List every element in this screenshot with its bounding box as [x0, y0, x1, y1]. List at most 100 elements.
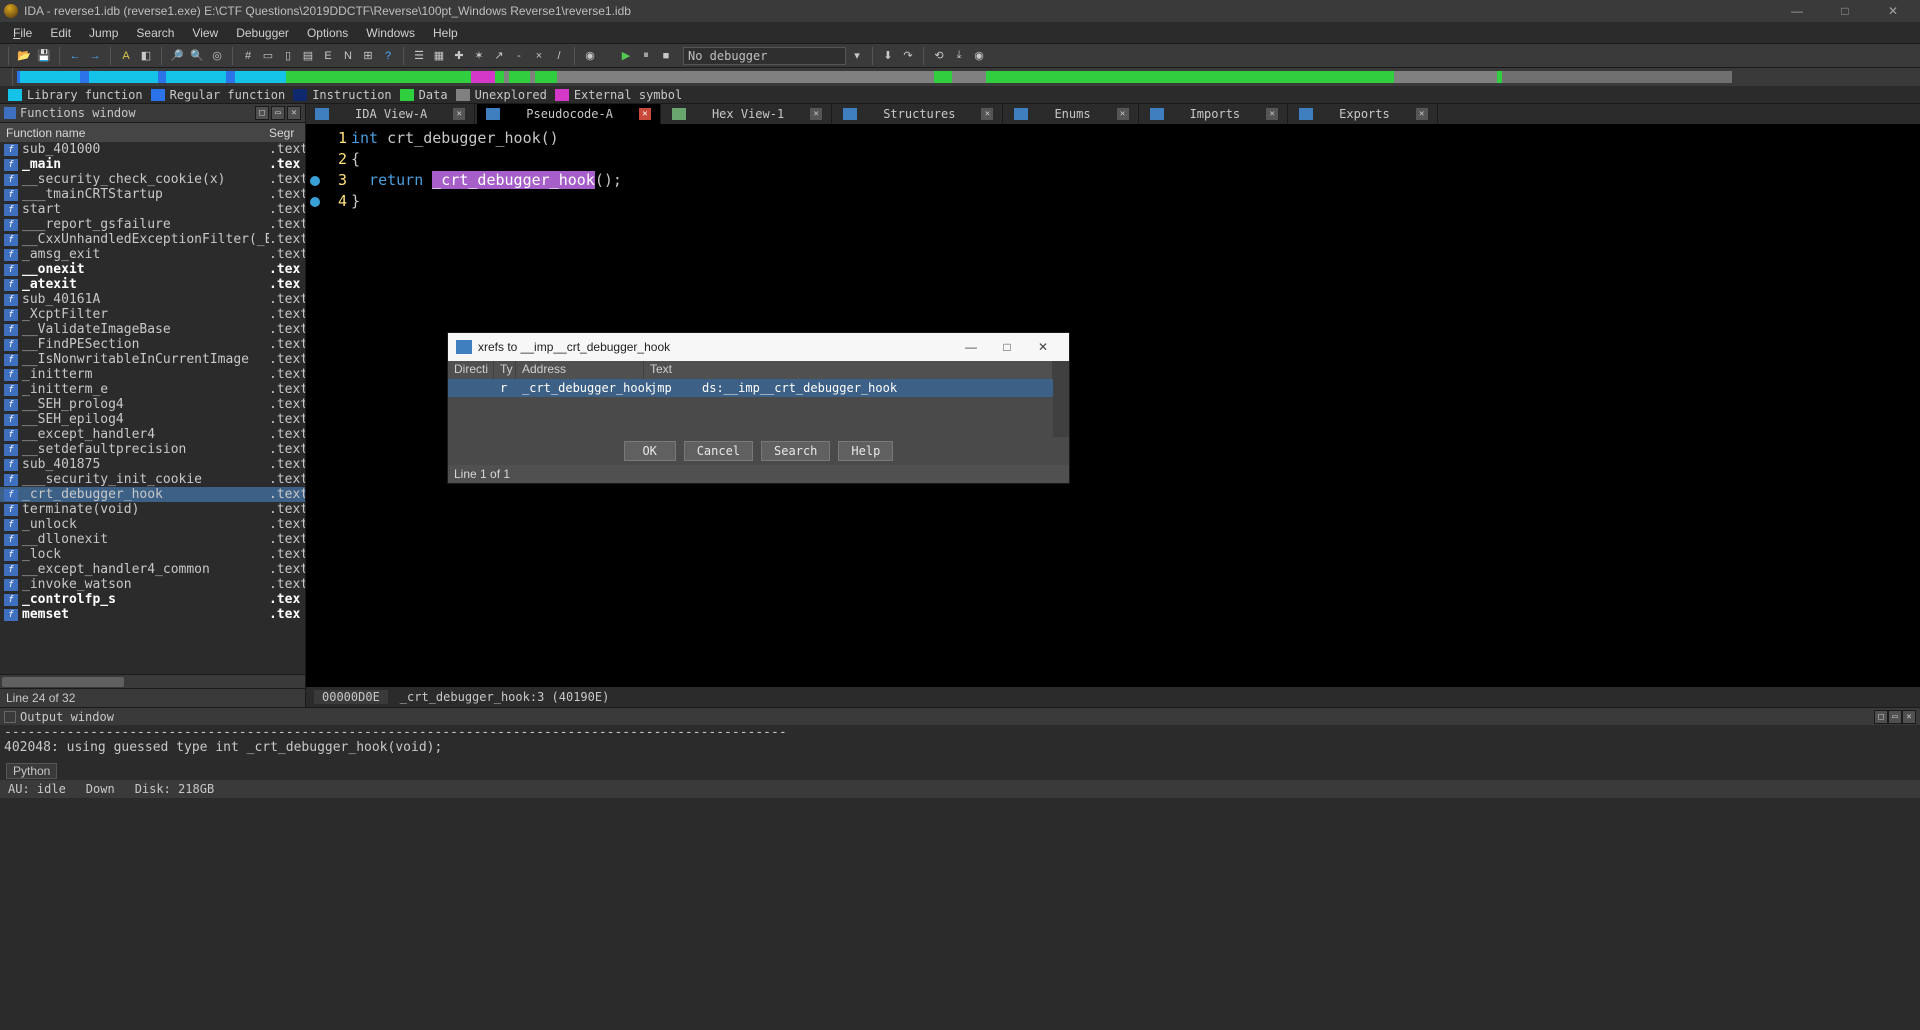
arrow-icon[interactable]: ↗	[490, 47, 508, 65]
function-row[interactable]: f_main.tex	[0, 157, 305, 172]
panel-min-icon[interactable]: ▭	[271, 106, 285, 120]
overview-bar[interactable]	[17, 71, 1732, 83]
function-row[interactable]: f___report_gsfailure.text	[0, 217, 305, 232]
dialog-search-button[interactable]: Search	[761, 441, 830, 461]
bookmark-icon[interactable]: ☰	[410, 47, 428, 65]
function-row[interactable]: f__FindPESection.text	[0, 337, 305, 352]
menu-options[interactable]: Options	[298, 24, 357, 42]
close-button[interactable]: ✕	[1878, 4, 1908, 18]
binoculars-icon[interactable]: 🔍	[188, 47, 206, 65]
panel-popout-icon[interactable]: □	[255, 106, 269, 120]
function-row[interactable]: f_initterm_e.text	[0, 382, 305, 397]
function-row[interactable]: f__except_handler4.text	[0, 427, 305, 442]
functions-scrollbar-horizontal[interactable]	[0, 674, 305, 688]
function-row[interactable]: f__CxxUnhandledExceptionFilter(_EXCE….te…	[0, 232, 305, 247]
tool-n-icon[interactable]: N	[339, 47, 357, 65]
step-into-icon[interactable]: ⬇	[879, 47, 897, 65]
tab-close-icon[interactable]: ✕	[639, 108, 651, 120]
function-row[interactable]: f_unlock.text	[0, 517, 305, 532]
x-icon[interactable]: ✶	[470, 47, 488, 65]
step-out-icon[interactable]: ⟲	[930, 47, 948, 65]
function-row[interactable]: f__IsNonwritableInCurrentImage.text	[0, 352, 305, 367]
function-row[interactable]: f_XcptFilter.text	[0, 307, 305, 322]
breakpoint-dot-icon[interactable]	[310, 176, 320, 186]
functions-list[interactable]: fsub_401000.textf_main.texf__security_ch…	[0, 142, 305, 674]
pause-icon[interactable]: ⏸	[637, 47, 655, 65]
menu-edit[interactable]: Edit	[41, 24, 80, 42]
dialog-col-text[interactable]: Text	[644, 361, 1053, 379]
run-icon[interactable]: ▶	[617, 47, 635, 65]
dialog-row[interactable]: r _crt_debugger_hook jmp ds:__imp__crt_d…	[448, 379, 1053, 397]
eye-icon[interactable]: ◉	[581, 47, 599, 65]
panel-close-icon[interactable]: ✕	[287, 106, 301, 120]
stop-icon[interactable]: ■	[657, 47, 675, 65]
exec-icon[interactable]: ▦	[430, 47, 448, 65]
search-icon[interactable]: 🔎	[168, 47, 186, 65]
step-over-icon[interactable]: ↷	[899, 47, 917, 65]
function-row[interactable]: f__ValidateImageBase.text	[0, 322, 305, 337]
tab-close-icon[interactable]: ✕	[453, 108, 465, 120]
function-row[interactable]: f__security_check_cookie(x).text	[0, 172, 305, 187]
function-row[interactable]: f_lock.text	[0, 547, 305, 562]
dialog-help-button[interactable]: Help	[838, 441, 893, 461]
function-row[interactable]: f__except_handler4_common.text	[0, 562, 305, 577]
tag-a-icon[interactable]: A	[117, 47, 135, 65]
dialog-minimize-button[interactable]: —	[953, 333, 989, 361]
dialog-maximize-button[interactable]: □	[989, 333, 1025, 361]
menu-jump[interactable]: Jump	[80, 24, 127, 42]
tab-close-icon[interactable]: ✕	[1266, 108, 1278, 120]
function-row[interactable]: f___security_init_cookie.text	[0, 472, 305, 487]
tab-close-icon[interactable]: ✕	[1416, 108, 1428, 120]
col-function-name[interactable]: Function name	[0, 126, 269, 140]
dialog-col-address[interactable]: Address	[516, 361, 644, 379]
python-tab[interactable]: Python	[6, 763, 57, 779]
output-close-icon[interactable]: ✕	[1902, 710, 1916, 724]
menu-help[interactable]: Help	[424, 24, 467, 42]
function-row[interactable]: fsub_40161A.text	[0, 292, 305, 307]
tool-enum-icon[interactable]: E	[319, 47, 337, 65]
target-icon[interactable]: ◎	[208, 47, 226, 65]
function-row[interactable]: f__setdefaultprecision.text	[0, 442, 305, 457]
tool-data-icon[interactable]: ▯	[279, 47, 297, 65]
cross-icon[interactable]: ✚	[450, 47, 468, 65]
col-segment[interactable]: Segr	[269, 126, 305, 140]
function-row[interactable]: f_amsg_exit.text	[0, 247, 305, 262]
menu-search[interactable]: Search	[127, 24, 183, 42]
menu-file[interactable]: File	[4, 24, 41, 42]
breakpoint-dot-icon[interactable]	[310, 197, 320, 207]
dialog-titlebar[interactable]: xrefs to __imp__crt_debugger_hook — □ ✕	[448, 333, 1069, 361]
dropdown-icon[interactable]: ▾	[848, 47, 866, 65]
maximize-button[interactable]: □	[1830, 4, 1860, 18]
minimize-button[interactable]: —	[1782, 4, 1812, 18]
tab-exports[interactable]: Exports✕	[1290, 104, 1438, 124]
function-row[interactable]: f_controlfp_s.tex	[0, 592, 305, 607]
breakpoint-icon[interactable]: ◉	[970, 47, 988, 65]
function-row[interactable]: f__onexit.tex	[0, 262, 305, 277]
output-body[interactable]: ----------------------------------------…	[0, 725, 1920, 762]
tab-imports[interactable]: Imports✕	[1141, 104, 1289, 124]
output-min-icon[interactable]: ▭	[1888, 710, 1902, 724]
function-row[interactable]: f_invoke_watson.text	[0, 577, 305, 592]
dialog-ok-button[interactable]: OK	[624, 441, 676, 461]
dialog-close-button[interactable]: ✕	[1025, 333, 1061, 361]
dialog-scrollbar[interactable]	[1053, 361, 1069, 437]
function-row[interactable]: fmemset.tex	[0, 607, 305, 622]
menu-view[interactable]: View	[183, 24, 227, 42]
tab-close-icon[interactable]: ✕	[810, 108, 822, 120]
tool-hex-icon[interactable]: #	[239, 47, 257, 65]
help-icon[interactable]: ?	[379, 47, 397, 65]
minus-icon[interactable]: -	[510, 47, 528, 65]
function-row[interactable]: f__dllonexit.text	[0, 532, 305, 547]
tool-code-icon[interactable]: ▭	[259, 47, 277, 65]
function-row[interactable]: fterminate(void).text	[0, 502, 305, 517]
tab-close-icon[interactable]: ✕	[1117, 108, 1129, 120]
output-popout-icon[interactable]: □	[1874, 710, 1888, 724]
dialog-col-type[interactable]: Ty	[494, 361, 516, 379]
back-icon[interactable]: ←	[66, 47, 84, 65]
tab-ida-view-a[interactable]: IDA View-A✕	[306, 104, 475, 124]
plus-icon[interactable]: ×	[530, 47, 548, 65]
div-icon[interactable]: /	[550, 47, 568, 65]
debugger-select[interactable]	[683, 47, 846, 65]
function-row[interactable]: f_crt_debugger_hook.text	[0, 487, 305, 502]
run-to-icon[interactable]: ⤓	[950, 47, 968, 65]
